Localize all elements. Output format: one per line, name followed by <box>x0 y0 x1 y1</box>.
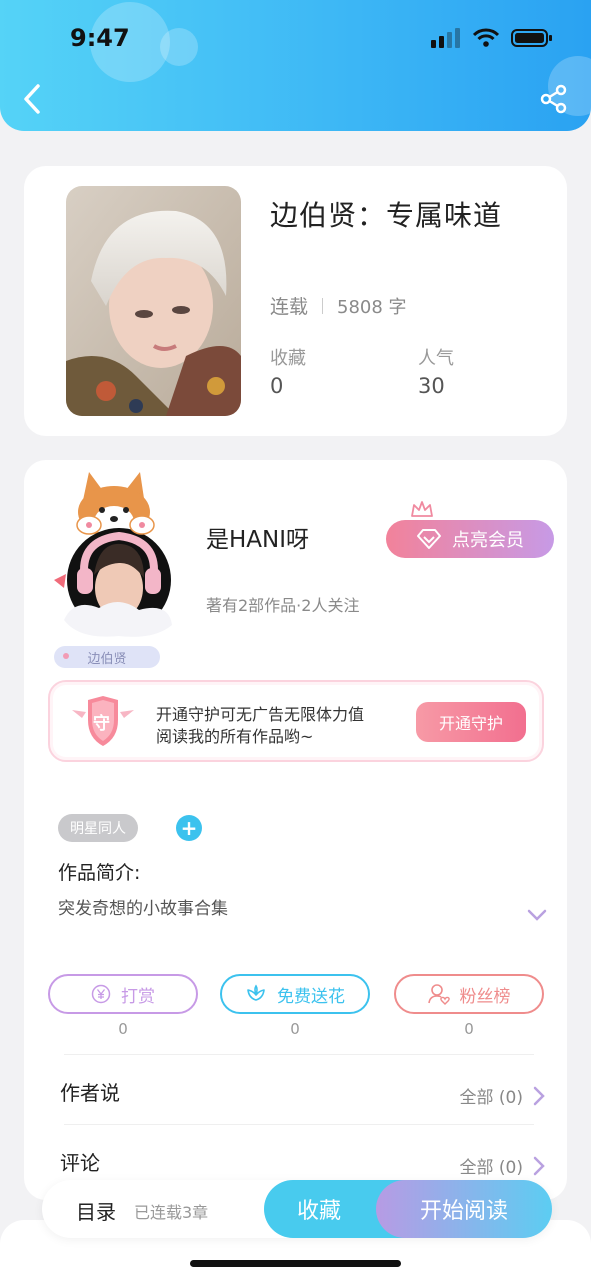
send-flower-label: 免费送花 <box>277 986 345 1007</box>
author-card: 边伯贤 是HANI呀 著有2部作品·2人关注 点亮会员 守 开通守护可无广告无限… <box>24 460 567 1200</box>
wifi-icon <box>473 28 499 47</box>
flower-count: 0 <box>290 1020 300 1038</box>
author-says-count: 全部 (0) <box>459 1088 523 1108</box>
guard-promo-banner[interactable]: 守 开通守护可无广告无限体力值 阅读我的所有作品哟~ 开通守护 <box>48 680 544 762</box>
book-title: 边伯贤：专属味道 <box>270 199 503 232</box>
author-avatar[interactable]: 边伯贤 <box>44 470 194 670</box>
guard-description: 开通守护可无广告无限体力值 阅读我的所有作品哟~ <box>156 704 364 748</box>
genre-tag[interactable]: 明星同人 <box>58 814 138 842</box>
status-icons <box>431 28 553 48</box>
divider <box>64 1124 534 1125</box>
author-meta: 著有2部作品·2人关注 <box>206 596 360 615</box>
fan-ranking-label: 粉丝榜 <box>459 986 511 1007</box>
start-reading-button[interactable]: 开始阅读 <box>376 1180 552 1238</box>
yen-coin-icon <box>91 984 111 1004</box>
add-tag-button[interactable]: + <box>176 815 202 841</box>
book-cover-image[interactable] <box>66 186 241 416</box>
intro-text: 突发奇想的小故事合集 <box>58 899 228 919</box>
chevron-right-icon <box>533 1086 545 1105</box>
avatar-caption: 边伯贤 <box>87 652 127 667</box>
chevron-right-icon <box>533 1156 545 1175</box>
fan-count: 0 <box>464 1020 474 1038</box>
comments-label[interactable]: 评论 <box>60 1147 100 1176</box>
diamond-icon <box>417 529 441 549</box>
flower-icon <box>247 984 265 1001</box>
intro-title: 作品简介: <box>58 862 141 884</box>
author-says-label[interactable]: 作者说 <box>60 1077 120 1106</box>
user-heart-icon <box>427 984 450 1005</box>
book-status-row: 连载 5808 字 <box>270 292 407 319</box>
favorites-label: 收藏 <box>270 348 306 369</box>
popularity-value: 30 <box>418 374 445 398</box>
book-info-card: 边伯贤：专属味道 连载 5808 字 收藏 0 人气 30 <box>24 166 567 436</box>
separator <box>322 297 324 314</box>
tip-count: 0 <box>118 1020 128 1038</box>
fan-ranking-button[interactable]: 粉丝榜 <box>394 974 544 1014</box>
guard-text-line1: 开通守护可无广告无限体力值 <box>156 705 365 724</box>
popularity-label: 人气 <box>418 348 454 369</box>
tip-button[interactable]: 打赏 <box>48 974 198 1014</box>
bottom-action-bar: 目录 已连载3章 收藏 开始阅读 <box>42 1180 552 1238</box>
send-flower-button[interactable]: 免费送花 <box>220 974 370 1014</box>
vip-button-label: 点亮会员 <box>452 530 524 551</box>
collect-button-label: 收藏 <box>296 1199 341 1224</box>
expand-chevron-icon[interactable] <box>526 908 548 922</box>
top-header: 9:47 <box>0 0 591 131</box>
author-says-all-link[interactable]: 全部 (0) <box>460 1083 545 1108</box>
back-chevron-icon[interactable] <box>18 82 48 116</box>
divider <box>64 1054 534 1055</box>
tip-label: 打赏 <box>121 986 155 1007</box>
crown-icon <box>411 501 433 517</box>
decorative-bubble <box>160 28 198 66</box>
battery-icon <box>511 29 552 47</box>
chapter-count: 已连载3章 <box>134 1203 209 1222</box>
status-time: 9:47 <box>70 24 130 52</box>
share-icon[interactable] <box>539 84 569 114</box>
signal-icon <box>431 28 460 48</box>
serial-status: 连载 <box>270 296 309 318</box>
table-of-contents-button[interactable]: 目录 <box>76 1196 116 1225</box>
favorites-value: 0 <box>270 374 284 398</box>
author-name[interactable]: 是HANI呀 <box>206 520 309 554</box>
activate-vip-button[interactable]: 点亮会员 <box>386 520 554 558</box>
guard-badge-text: 守 <box>93 714 110 734</box>
home-indicator <box>190 1260 401 1267</box>
word-count: 5808 字 <box>337 296 407 318</box>
comments-count: 全部 (0) <box>459 1158 523 1178</box>
guard-text-line2: 阅读我的所有作品哟~ <box>156 727 314 746</box>
comments-all-link[interactable]: 全部 (0) <box>460 1153 545 1178</box>
open-guard-button[interactable]: 开通守护 <box>416 702 526 742</box>
